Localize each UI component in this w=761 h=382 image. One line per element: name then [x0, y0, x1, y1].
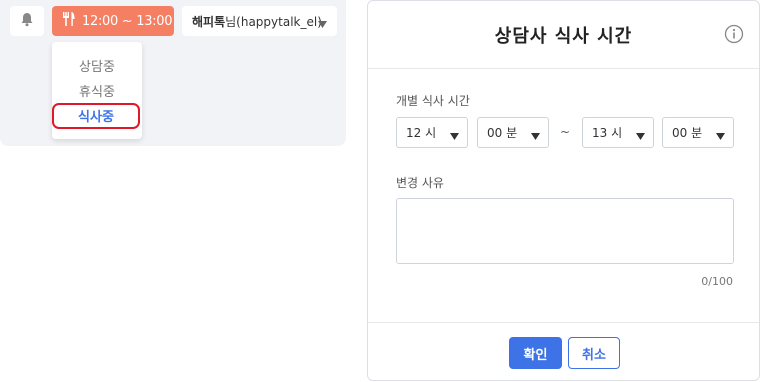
footer-divider	[368, 322, 759, 323]
range-separator: ~	[560, 125, 571, 139]
modal-header: 상담사 식사 시간	[368, 1, 759, 69]
start-minute-value: 00 분	[487, 126, 518, 140]
end-hour-value: 13 시	[592, 126, 623, 140]
meal-time-text: 12:00 ~ 13:00	[82, 13, 173, 29]
start-hour-value: 12 시	[406, 126, 437, 140]
notification-button[interactable]	[10, 6, 44, 36]
reason-textarea[interactable]	[396, 198, 734, 264]
status-item-meal[interactable]: 식사중	[52, 103, 140, 129]
char-counter: 0/100	[701, 275, 733, 288]
left-panel: 12:00 ~ 13:00 해피톡 님(happytalk_el) 상담중 휴식…	[0, 0, 346, 146]
cancel-button[interactable]: 취소	[568, 337, 620, 369]
status-item-break[interactable]: 휴식중	[52, 81, 142, 100]
user-id: 님(happytalk_el)	[225, 14, 322, 29]
status-menu: 상담중 휴식중 식사중	[52, 42, 142, 139]
confirm-button[interactable]: 확인	[509, 337, 562, 369]
user-dropdown[interactable]: 해피톡 님(happytalk_el)	[182, 6, 337, 36]
bell-icon	[20, 12, 34, 31]
meal-time-button[interactable]: 12:00 ~ 13:00	[52, 6, 174, 36]
meal-time-label: 개별 식사 시간	[396, 94, 470, 108]
end-hour-select[interactable]: 13 시	[582, 117, 654, 148]
utensils-icon	[62, 11, 76, 31]
meal-time-modal: 상담사 식사 시간 개별 식사 시간 12 시 00 분 ~ 13 시 00 분	[367, 0, 760, 381]
start-minute-select[interactable]: 00 분	[477, 117, 549, 148]
chevron-down-icon	[531, 129, 540, 143]
end-minute-value: 00 분	[672, 126, 703, 140]
chevron-down-icon	[716, 129, 725, 143]
user-name: 해피톡	[192, 14, 226, 29]
chevron-down-icon	[318, 17, 327, 31]
modal-title: 상담사 식사 시간	[494, 26, 633, 47]
chevron-down-icon	[450, 129, 459, 143]
info-icon[interactable]	[724, 24, 744, 48]
chevron-down-icon	[636, 129, 645, 143]
start-hour-select[interactable]: 12 시	[396, 117, 468, 148]
status-item-consulting[interactable]: 상담중	[52, 56, 142, 75]
reason-label: 변경 사유	[396, 176, 444, 190]
end-minute-select[interactable]: 00 분	[662, 117, 734, 148]
